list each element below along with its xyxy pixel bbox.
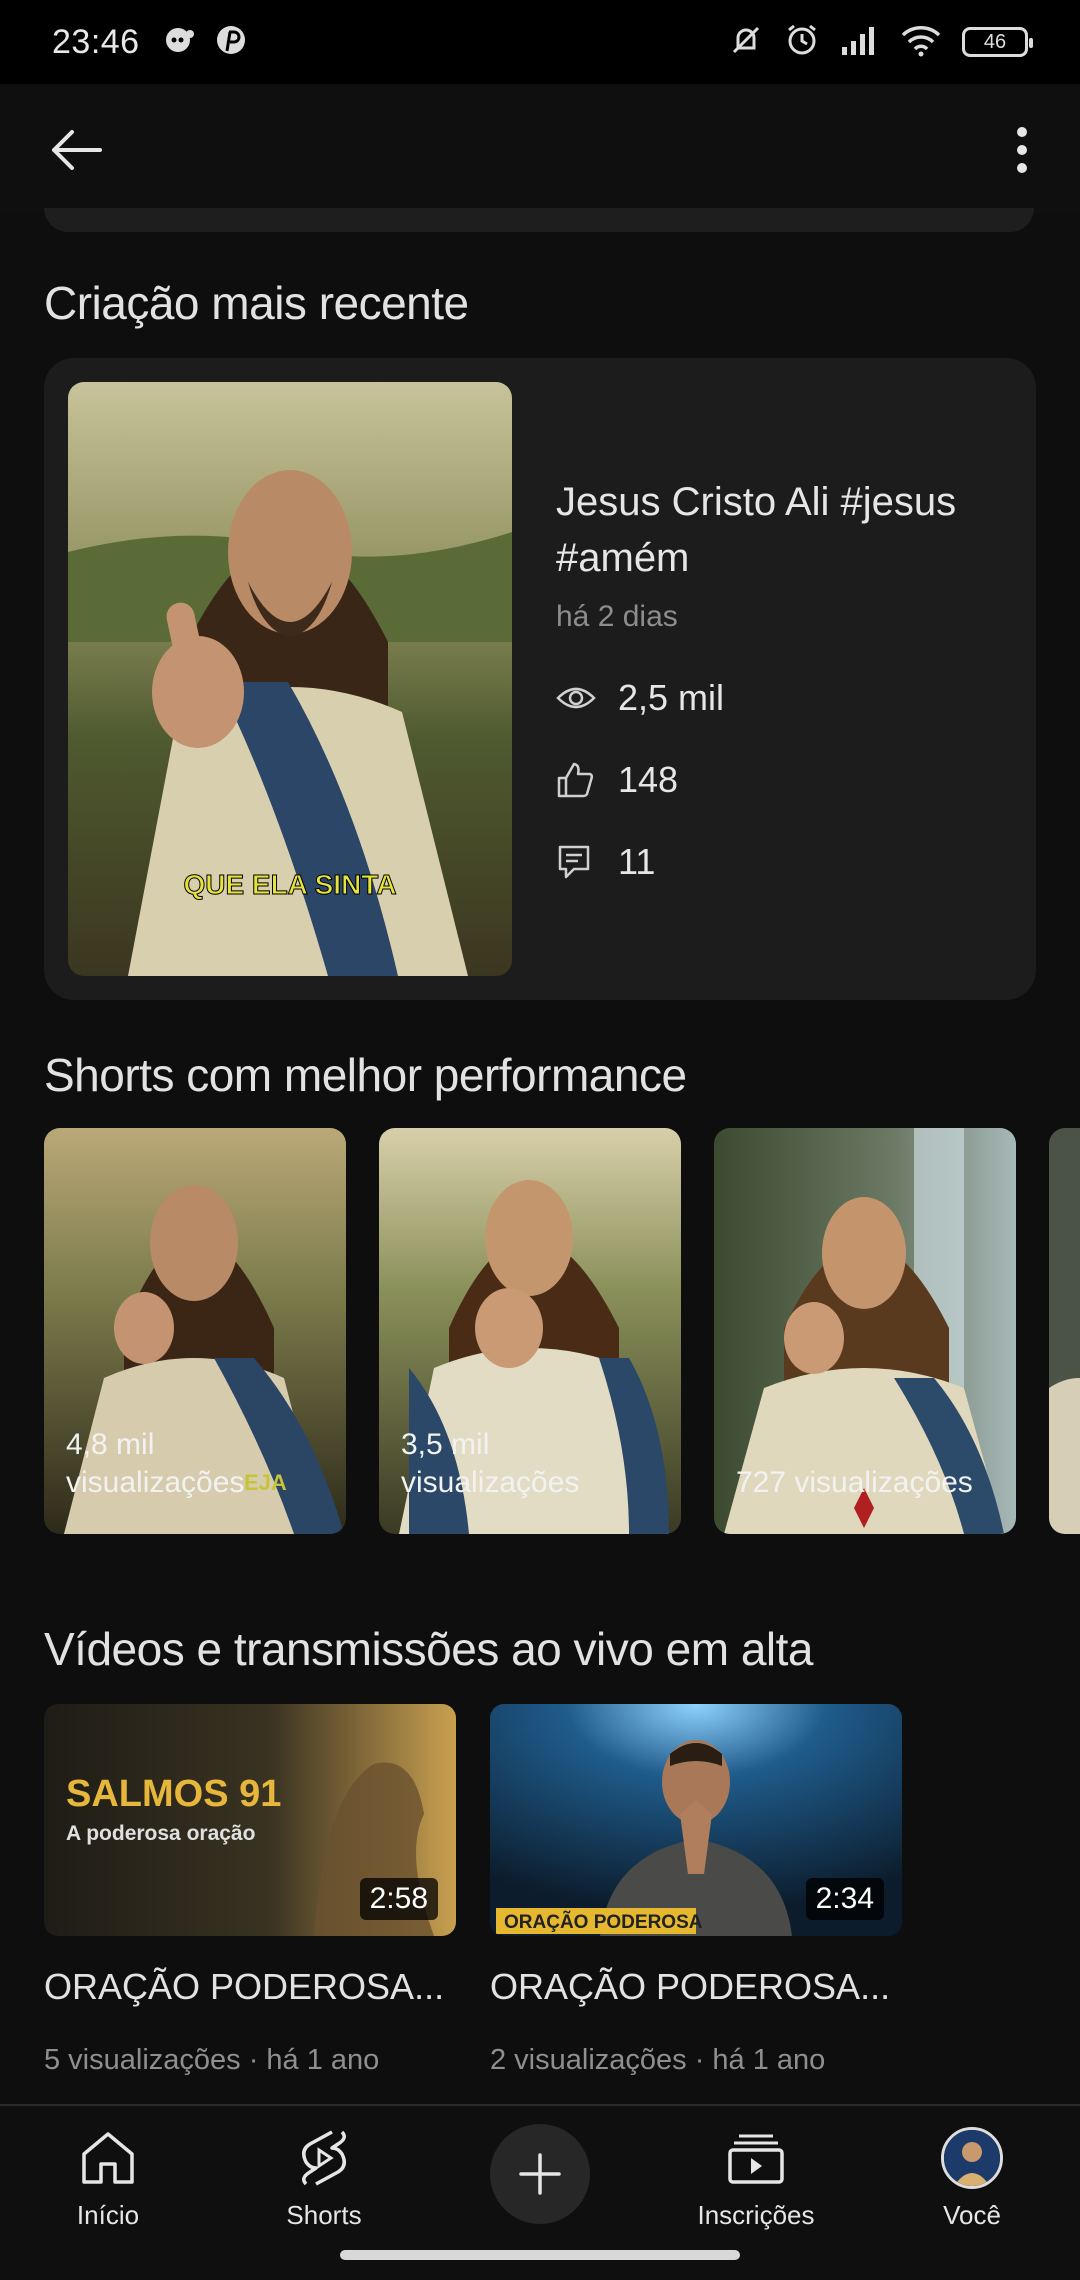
shorts-section-title: Shorts com melhor performance [44,1049,687,1101]
short-card[interactable]: 727 visualizações [714,1128,1016,1534]
recent-video-thumbnail[interactable]: QUE ELA SINTA [68,382,512,976]
nav-you-label: Você [943,2200,1001,2230]
subscriptions-icon [727,2120,785,2196]
avatar [941,2127,1003,2189]
nav-subscriptions-label: Inscrições [697,2200,815,2230]
video-thumbnail[interactable]: ORAÇÃO PODEROSA 2:34 [490,1704,902,1936]
video-duration: 2:58 [359,1878,438,1920]
wifi-icon [900,23,942,62]
thumb-subtitle: A poderosa oração [66,1822,255,1845]
short-card[interactable]: EJA 4,8 mil visualizações [44,1128,346,1534]
home-icon [79,2120,137,2196]
video-duration: 2:34 [805,1878,884,1920]
recent-video-title[interactable]: Jesus Cristo Ali #jesus #amém [556,474,996,586]
app-bar [0,84,1080,214]
home-indicator[interactable] [340,2250,740,2260]
previous-card-edge [44,208,1034,232]
video-title[interactable]: ORAÇÃO PODEROSA... [44,1966,456,2008]
short-views: 4,8 mil visualizações [66,1428,245,1499]
nav-you[interactable]: Você [882,2120,1062,2231]
likes-stat: 148 [556,759,996,800]
arrow-left-icon [52,130,102,170]
plus-icon [519,2153,561,2195]
video-card[interactable]: SALMOS 91 A poderosa oração 2:58 ORAÇÃO … [44,1704,456,2077]
nav-home-label: Início [76,2200,140,2230]
nav-home[interactable]: Início [18,2120,198,2231]
chat-notification-icon [162,23,196,62]
short-views: 727 visualizações [736,1466,973,1499]
create-button[interactable] [490,2124,590,2224]
comments-stat: 11 [556,841,996,882]
likes-value: 148 [618,759,679,800]
comments-value: 11 [618,841,656,882]
comment-icon [556,842,600,882]
nav-shorts-label: Shorts [286,2200,362,2230]
short-views: 3,5 mil visualizações [401,1428,580,1499]
pinterest-icon [214,23,248,62]
more-vert-icon [1017,127,1027,173]
more-options-button[interactable] [990,118,1054,182]
views-stat: 2,5 mil [556,677,996,718]
shorts-carousel[interactable]: EJA 4,8 mil visualizações 3,5 mil visual… [44,1128,1080,1534]
recent-video-card[interactable]: QUE ELA SINTA Jesus Cristo Ali #jesus #a… [44,358,1036,1000]
video-title[interactable]: ORAÇÃO PODEROSA... [490,1966,902,2008]
thumbs-up-icon [556,760,600,800]
thumb-title: SALMOS 91 [66,1773,281,1815]
views-value: 2,5 mil [618,677,725,718]
recent-thumb-caption: QUE ELA SINTA [183,869,396,900]
nav-shorts[interactable]: Shorts [234,2120,414,2231]
nav-subscriptions[interactable]: Inscrições [666,2120,846,2231]
battery-level: 46 [983,30,1007,53]
alarm-icon [784,22,820,63]
video-meta: 2 visualizações · há 1 ano [490,2044,826,2076]
video-card[interactable]: ORAÇÃO PODEROSA 2:34 ORAÇÃO PODEROSA... … [490,1704,902,2077]
status-bar: 23:46 46 [0,0,1080,84]
back-button[interactable] [44,118,108,182]
short-card-partial[interactable] [1049,1128,1080,1534]
mute-icon [728,22,764,63]
signal-icon [840,23,880,62]
battery-icon: 46 [962,27,1033,57]
status-time: 23:46 [52,22,140,61]
shorts-icon [298,2120,350,2196]
trending-section-title: Vídeos e transmissões ao vivo em alta [44,1623,813,1675]
thumb-banner: ORAÇÃO PODEROSA [504,1911,703,1933]
eye-icon [556,678,600,718]
recent-video-date: há 2 dias [556,600,678,633]
video-meta: 5 visualizações · há 1 ano [44,2044,380,2076]
recent-section-title: Criação mais recente [44,277,469,329]
video-thumbnail[interactable]: SALMOS 91 A poderosa oração 2:58 [44,1704,456,1936]
short-card[interactable]: 3,5 mil visualizações [379,1128,681,1534]
recent-video-info: Jesus Cristo Ali #jesus #amém há 2 dias … [556,474,996,882]
